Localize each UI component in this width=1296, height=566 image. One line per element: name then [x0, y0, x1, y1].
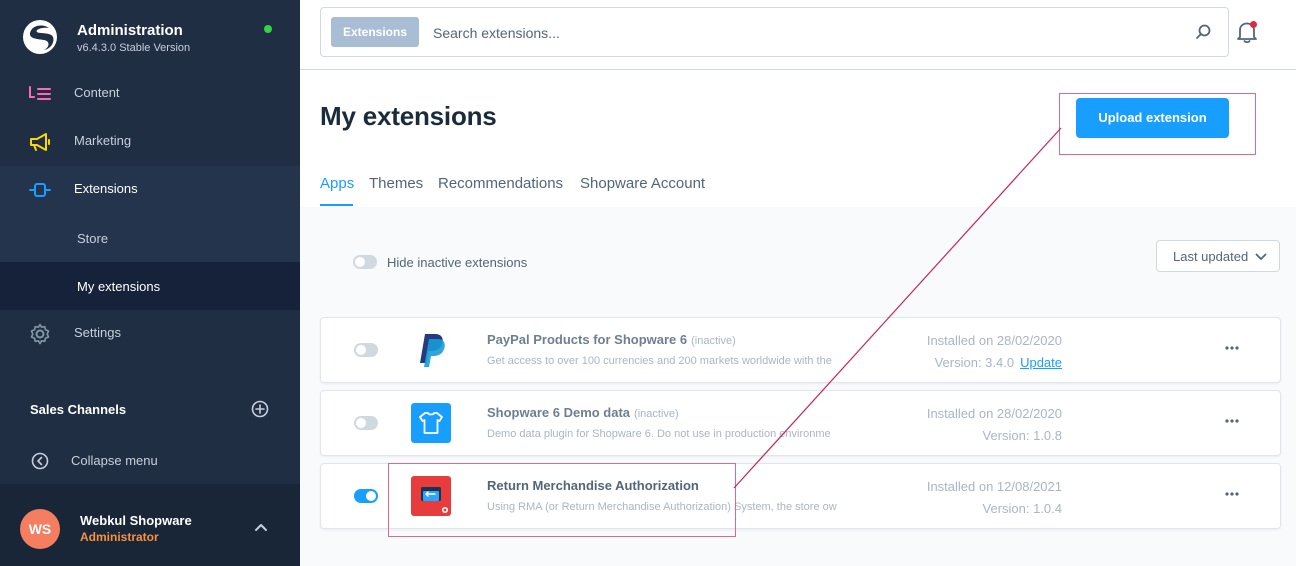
extension-description: Get access to over 100 currencies and 20…: [487, 355, 832, 367]
extension-row-demo-data: Shopware 6 Demo data (inactive) Demo data…: [320, 390, 1281, 456]
active-tab-indicator: [320, 204, 353, 206]
extension-version: Version: 1.0.4: [982, 501, 1063, 516]
annotation-highlight-upload: [1059, 93, 1256, 155]
collapse-menu-label: Collapse menu: [71, 453, 158, 468]
notification-badge: [1250, 21, 1257, 28]
gear-icon: [30, 323, 50, 345]
megaphone-icon: [30, 133, 50, 151]
tab-apps[interactable]: Apps: [320, 175, 354, 192]
sidebar-item-content[interactable]: Content: [0, 70, 300, 118]
more-options-icon[interactable]: [1225, 345, 1239, 351]
content-icon: [29, 86, 51, 100]
sort-select-value: Last updated: [1173, 249, 1249, 264]
app-version: v6.4.3.0 Stable Version: [77, 42, 191, 54]
tab-recommendations[interactable]: Recommendations: [438, 175, 563, 192]
sidebar-item-label: Settings: [74, 325, 121, 340]
extension-description: Demo data plugin for Shopware 6. Do not …: [487, 428, 831, 440]
extension-installed-date: Installed on 28/02/2020: [926, 406, 1062, 421]
sidebar-item-label: Marketing: [74, 133, 132, 148]
tab-themes[interactable]: Themes: [369, 175, 423, 192]
extension-active-toggle[interactable]: [354, 416, 378, 430]
app-title: Administration: [77, 22, 183, 39]
sidebar-subitem-label: My extensions: [77, 279, 161, 294]
extension-status: (inactive): [691, 335, 736, 347]
sidebar-subitem-label: Store: [77, 231, 109, 246]
tshirt-icon: [411, 403, 451, 443]
chevron-down-icon: [1255, 253, 1267, 260]
more-options-icon[interactable]: [1225, 491, 1239, 497]
search-icon[interactable]: [1194, 23, 1212, 41]
extension-name-text: PayPal Products for Shopware 6: [487, 332, 688, 347]
chevron-left-circle-icon: [31, 452, 49, 470]
brand-header: Administration v6.4.3.0 Stable Version: [0, 0, 300, 70]
sidebar-item-marketing[interactable]: Marketing: [0, 118, 300, 166]
sidebar-subitem-store[interactable]: Store: [0, 214, 300, 262]
extension-name: PayPal Products for Shopware 6 (inactive): [487, 332, 736, 347]
avatar: WS: [20, 509, 60, 549]
paypal-logo-icon: [420, 334, 445, 367]
sidebar-item-label: Extensions: [74, 181, 138, 196]
extension-name-text: Shopware 6 Demo data: [487, 405, 631, 420]
shopware-logo-icon[interactable]: [22, 19, 58, 55]
annotation-highlight-extension: [388, 463, 736, 537]
sidebar-item-extensions[interactable]: Extensions: [0, 166, 300, 214]
collapse-menu-button[interactable]: Collapse menu: [0, 440, 300, 480]
user-name: Webkul Shopware: [80, 513, 192, 528]
extension-active-toggle[interactable]: [354, 489, 378, 503]
search-input[interactable]: [433, 20, 1153, 46]
update-link[interactable]: Update: [1020, 355, 1062, 370]
extension-installed-date: Installed on 28/02/2020: [926, 333, 1062, 348]
extension-version-text: Version: 3.4.0: [934, 355, 1015, 370]
user-role: Administrator: [80, 530, 159, 544]
extension-row-paypal: PayPal Products for Shopware 6 (inactive)…: [320, 317, 1281, 383]
extension-name: Shopware 6 Demo data (inactive): [487, 405, 679, 420]
hide-inactive-toggle[interactable]: [353, 255, 377, 269]
top-bar: Extensions: [300, 0, 1296, 70]
tab-shopware-account[interactable]: Shopware Account: [580, 175, 705, 192]
add-sales-channel-icon[interactable]: [251, 400, 269, 418]
user-profile[interactable]: WS Webkul Shopware Administrator: [0, 484, 300, 566]
search-bar[interactable]: Extensions: [320, 7, 1229, 57]
more-options-icon[interactable]: [1225, 418, 1239, 424]
extension-version: Version: 1.0.8: [982, 428, 1063, 443]
search-type-chip[interactable]: Extensions: [331, 17, 419, 47]
extension-status: (inactive): [634, 408, 679, 420]
plug-icon: [29, 183, 51, 197]
sidebar-item-label: Content: [74, 85, 120, 100]
sales-channels-heading: Sales Channels: [30, 402, 127, 417]
sidebar-subitem-my-extensions[interactable]: My extensions: [0, 262, 300, 310]
page-title: My extensions: [320, 101, 497, 131]
sort-select[interactable]: Last updated: [1156, 240, 1280, 272]
hide-inactive-label: Hide inactive extensions: [387, 255, 528, 270]
extension-active-toggle[interactable]: [354, 343, 378, 357]
extension-installed-date: Installed on 12/08/2021: [926, 479, 1062, 494]
chevron-up-icon[interactable]: [254, 522, 268, 532]
status-online-indicator: [264, 25, 272, 33]
sidebar: Administration v6.4.3.0 Stable Version C…: [0, 0, 300, 566]
extension-version: Version: 3.4.0 Update: [935, 355, 1062, 370]
sidebar-item-settings[interactable]: Settings: [0, 310, 300, 358]
